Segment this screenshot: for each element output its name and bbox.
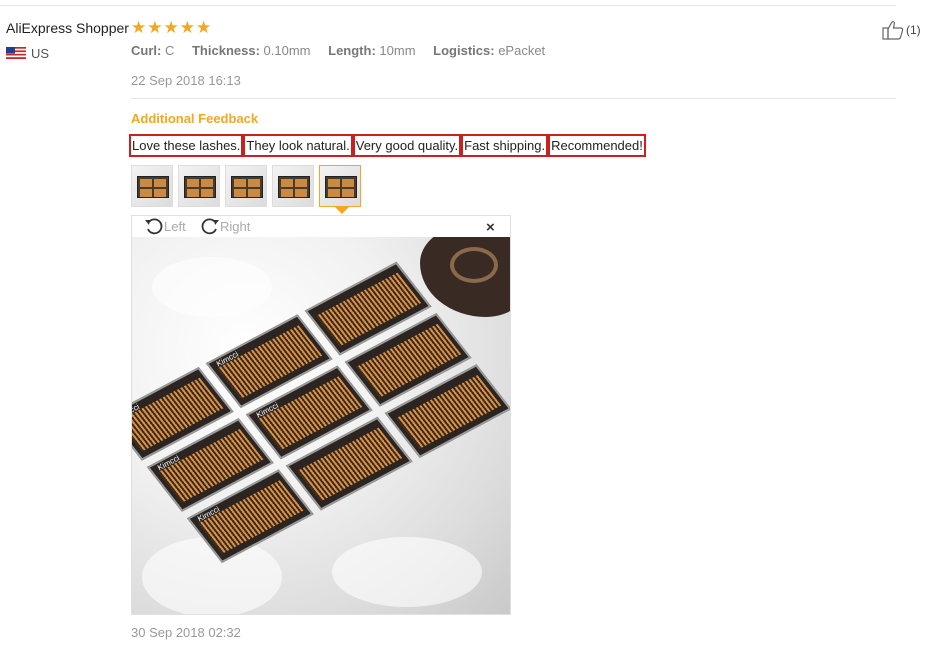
additional-feedback-title: Additional Feedback bbox=[131, 111, 259, 126]
viewer-toolbar: Left Right × bbox=[132, 216, 510, 237]
review-photo: Kimcci Kimcci Kimcci Kimcci Kimcci bbox=[132, 237, 510, 614]
photo-thumbnail[interactable] bbox=[272, 165, 314, 207]
photo-thumbnails bbox=[131, 165, 361, 207]
helpful-count: (1) bbox=[906, 23, 921, 37]
rotate-left-button[interactable]: Left bbox=[144, 217, 186, 235]
feedback-phrase: Fast shipping. bbox=[461, 134, 549, 157]
attr-key: Logistics: bbox=[433, 43, 495, 58]
review-date: 22 Sep 2018 16:13 bbox=[131, 73, 241, 88]
feedback-phrase: They look natural. bbox=[243, 134, 353, 157]
rotate-right-icon bbox=[201, 218, 219, 235]
attr-value: ePacket bbox=[498, 43, 546, 58]
attr-key: Curl: bbox=[131, 43, 162, 58]
star-rating: ★ ★ ★ ★ ★ bbox=[131, 19, 211, 36]
product-attributes: Curl: C Thickness: 0.10mm Length: 10mm L… bbox=[131, 43, 559, 58]
star-icon: ★ bbox=[196, 18, 212, 37]
star-icon: ★ bbox=[179, 18, 195, 37]
feedback-phrase: Very good quality. bbox=[352, 134, 462, 157]
photo-thumbnail[interactable] bbox=[131, 165, 173, 207]
section-divider bbox=[131, 98, 896, 99]
star-icon: ★ bbox=[147, 18, 163, 37]
additional-feedback-date: 30 Sep 2018 02:32 bbox=[131, 625, 241, 640]
star-icon: ★ bbox=[163, 18, 179, 37]
close-viewer-button[interactable]: × bbox=[486, 219, 495, 236]
feedback-phrase: Love these lashes. bbox=[129, 134, 244, 157]
feedback-phrase: Recommended! bbox=[548, 134, 646, 157]
reviewer-name: AliExpress Shopper bbox=[6, 20, 129, 36]
attr-key: Length: bbox=[328, 43, 376, 58]
star-icon: ★ bbox=[131, 18, 147, 37]
photo-viewer: Left Right × Kimcci Kimcci Kimcci Kimcci… bbox=[131, 215, 511, 615]
thumbs-up-icon bbox=[882, 21, 904, 40]
attr-value: 10mm bbox=[379, 43, 416, 58]
attr-value: C bbox=[164, 43, 175, 58]
us-flag-icon bbox=[6, 47, 26, 59]
attr-value: 0.10mm bbox=[263, 43, 311, 58]
attr-key: Thickness: bbox=[191, 43, 260, 58]
rotate-left-icon bbox=[145, 218, 163, 235]
feedback-text: Love these lashes. They look natural. Ve… bbox=[129, 134, 646, 157]
selected-thumbnail-caret bbox=[335, 207, 349, 214]
reviewer-country: US bbox=[31, 46, 50, 61]
top-divider bbox=[0, 5, 896, 6]
helpful-button[interactable]: (1) bbox=[882, 20, 921, 40]
photo-thumbnail[interactable] bbox=[178, 165, 220, 207]
photo-thumbnail[interactable] bbox=[225, 165, 267, 207]
rotate-right-label: Right bbox=[220, 218, 251, 234]
photo-thumbnail-selected[interactable] bbox=[319, 165, 361, 207]
rotate-left-label: Left bbox=[164, 218, 186, 234]
rotate-right-button[interactable]: Right bbox=[200, 217, 250, 235]
